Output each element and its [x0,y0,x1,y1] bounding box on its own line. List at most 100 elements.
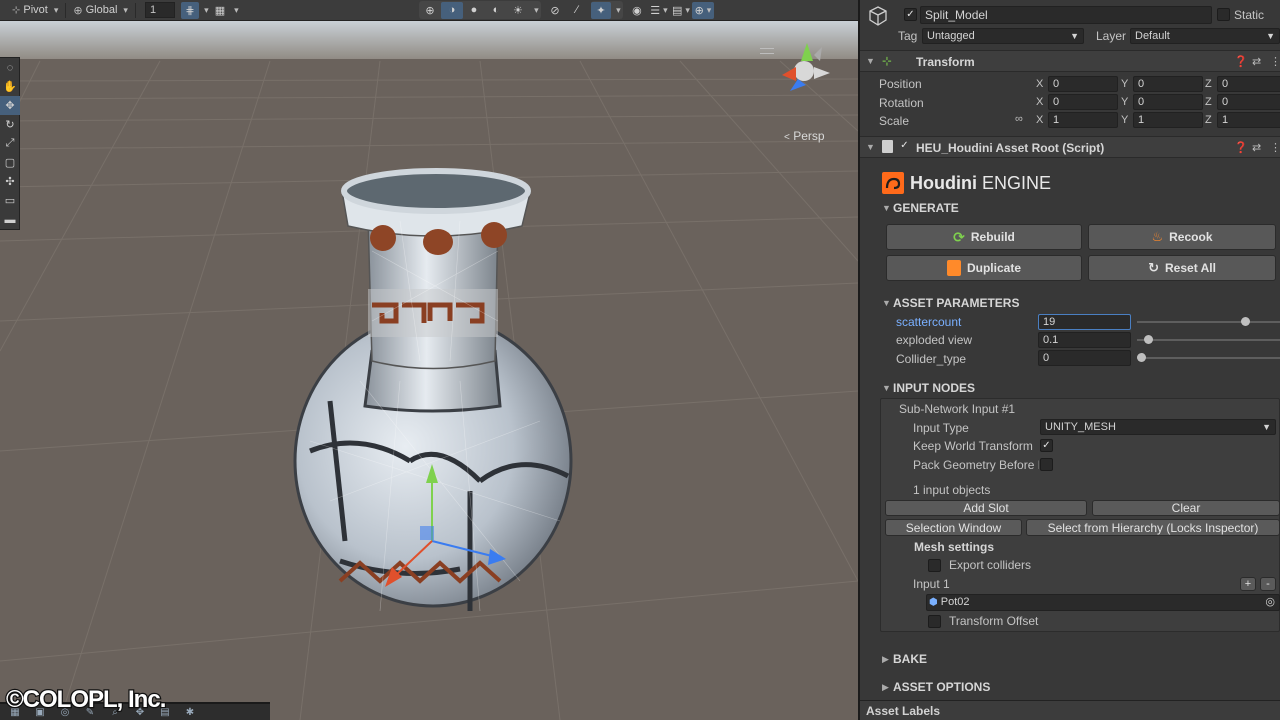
scale-tool-icon[interactable]: ⤢ [0,134,20,153]
foldout-arrow-icon[interactable]: ▶ [882,654,889,665]
rotation-z-field[interactable]: 0 [1217,94,1280,110]
asset-labels-bar[interactable]: Asset Labels [860,700,1280,720]
rotation-x-field[interactable]: 0 [1048,94,1118,110]
presets-icon[interactable]: ⇄ [1252,55,1261,68]
scene-fx-icon[interactable]: ✦ [590,1,611,19]
scale-x-field[interactable]: 1 [1048,112,1118,128]
input-type-dropdown[interactable]: UNITY_MESH ▼ [1040,419,1276,435]
param-slider-exploded-view[interactable] [1137,339,1280,341]
add-input-button[interactable]: + [1240,577,1256,591]
tag-dropdown[interactable]: Untagged ▼ [922,28,1084,44]
camera-settings-dropdown[interactable]: ☰ [648,2,670,19]
param-slider-knob-collider-type[interactable] [1137,353,1146,362]
grid-snap-icon[interactable]: ⋕ [180,1,199,19]
keep-world-transform-checkbox[interactable]: ✓ [1040,439,1053,452]
scene-viewport[interactable]: < Persp ◌ ✋ ✥ ↻ ⤢ ▢ ✣ ▭ ▬ [0,21,858,720]
static-checkbox[interactable] [1217,8,1230,21]
script-enabled-checkbox[interactable]: ✓ [898,140,911,153]
param-slider-collider-type[interactable] [1137,357,1280,359]
scale-z-field[interactable]: 1 [1217,112,1280,128]
layout-dropdown[interactable]: ▤ [670,2,692,19]
object-picker-icon[interactable]: ◎ [1265,595,1275,609]
rotation-y-field[interactable]: 0 [1133,94,1203,110]
param-value-collider-type[interactable]: 0 [1038,350,1131,366]
position-x-field[interactable]: 0 [1048,76,1118,92]
transform-header[interactable]: ▼ ⊹ Transform ❓ ⇄ ⋮ [860,50,1280,72]
increment-snap-icon[interactable]: ▦ [211,2,229,19]
view-tool-icon[interactable]: ◌ [0,58,20,77]
param-label-collider-type: Collider_type [896,352,967,366]
param-slider-scattercount[interactable] [1137,321,1280,323]
shaded-mode-icon[interactable]: ◑ [440,1,463,19]
foldout-arrow-icon[interactable]: ▼ [882,383,891,393]
scale-y-field[interactable]: 1 [1133,112,1203,128]
rotate-tool-icon[interactable]: ↻ [0,115,20,134]
move-tool-icon[interactable]: ✥ [0,96,20,115]
audio-mute-icon[interactable]: ⊘ [544,2,566,19]
param-slider-knob-scattercount[interactable] [1240,317,1250,326]
increment-snap-dropdown[interactable] [229,2,241,19]
input-1-label: Input 1 [913,577,950,591]
toolbar-overlay-icon[interactable] [0,2,8,19]
orientation-icon[interactable]: ⊕ [419,2,441,19]
duplicate-button[interactable]: Duplicate [886,255,1082,281]
param-value-scattercount[interactable]: 19 [1038,314,1131,330]
pivot-dropdown[interactable]: ⊹ Pivot [8,2,62,19]
layer-dropdown[interactable]: Default ▼ [1130,28,1280,44]
lighting-toggle-icon[interactable]: ☀ [507,2,529,19]
scene-view-panel[interactable]: ⊹ Pivot ⊕ Global 1 ⋕ ▦ ⊕ ◑ ● ◐ ☀ ⊘ ∕ ✦ ◉… [0,0,858,720]
param-label-exploded-view: exploded view [896,333,973,347]
global-dropdown[interactable]: ⊕ Global [69,2,132,19]
pack-geometry-checkbox[interactable] [1040,458,1053,471]
reset-all-button[interactable]: ↻ Reset All [1088,255,1276,281]
more-options-icon[interactable]: ⋮ [1270,141,1280,154]
custom-tool-icon[interactable]: ▭ [0,191,20,210]
select-from-hierarchy-button[interactable]: Select from Hierarchy (Locks Inspector) [1026,519,1280,536]
foldout-arrow-icon[interactable]: ▼ [882,203,891,213]
transform-offset-checkbox[interactable] [928,615,941,628]
help-icon[interactable]: ❓ [1234,55,1248,68]
remove-input-button[interactable]: - [1260,577,1276,591]
position-y-field[interactable]: 0 [1133,76,1203,92]
object-reference-field[interactable]: ⬢ Pot02 ◎ [926,594,1280,611]
asset-parameters-title[interactable]: ASSET PARAMETERS [893,296,1019,310]
scene-fx-dropdown[interactable] [611,2,623,19]
clear-button[interactable]: Clear [1092,500,1280,516]
more-options-icon[interactable]: ⋮ [1270,55,1280,68]
recook-button[interactable]: ♨ Recook [1088,224,1276,250]
input-nodes-title[interactable]: INPUT NODES [893,381,975,395]
presets-icon[interactable]: ⇄ [1252,141,1261,154]
effects-toggle-icon[interactable]: ∕ [566,2,588,19]
gizmos-dropdown[interactable]: ⊕ [691,1,714,19]
foldout-arrow-icon[interactable]: ▶ [882,682,889,693]
constrain-proportions-icon[interactable]: ∞ [1015,113,1023,125]
visibility-icon[interactable]: ◉ [626,2,648,19]
add-slot-button[interactable]: Add Slot [885,500,1087,516]
export-colliders-checkbox[interactable] [928,559,941,572]
generate-section-title[interactable]: GENERATE [893,201,959,215]
asset-options-title[interactable]: ASSET OPTIONS [893,680,990,694]
grid-size-field[interactable]: 1 [144,2,175,18]
extra-tool-icon[interactable]: ▬ [0,210,20,229]
param-value-exploded-view[interactable]: 0.1 [1038,332,1131,348]
position-z-field[interactable]: 0 [1217,76,1280,92]
persp-label[interactable]: < Persp [784,129,825,143]
script-component-header[interactable]: ▼ ✓ HEU_Houdini Asset Root (Script) ❓ ⇄ … [860,136,1280,158]
selection-window-button[interactable]: Selection Window [885,519,1022,536]
wireframe-mode-icon[interactable]: ◐ [485,2,507,19]
light-icon[interactable]: ✱ [183,706,197,718]
transform-tool-icon[interactable]: ✣ [0,172,20,191]
rect-tool-icon[interactable]: ▢ [0,153,20,172]
bake-section-title[interactable]: BAKE [893,652,927,666]
help-icon[interactable]: ❓ [1234,141,1248,154]
lit-mode-icon[interactable]: ● [463,2,485,19]
active-checkbox[interactable]: ✓ [904,8,917,21]
foldout-arrow-icon[interactable]: ▼ [882,298,891,308]
draw-mode-dropdown[interactable] [529,2,541,19]
grid-snap-dropdown[interactable] [199,2,211,19]
overlay-menu-icon[interactable] [760,48,774,54]
object-name-field[interactable]: Split_Model [920,6,1212,24]
rebuild-button[interactable]: ⟳ Rebuild [886,224,1082,250]
hand-tool-icon[interactable]: ✋ [0,77,20,96]
param-slider-knob-exploded-view[interactable] [1143,335,1153,344]
